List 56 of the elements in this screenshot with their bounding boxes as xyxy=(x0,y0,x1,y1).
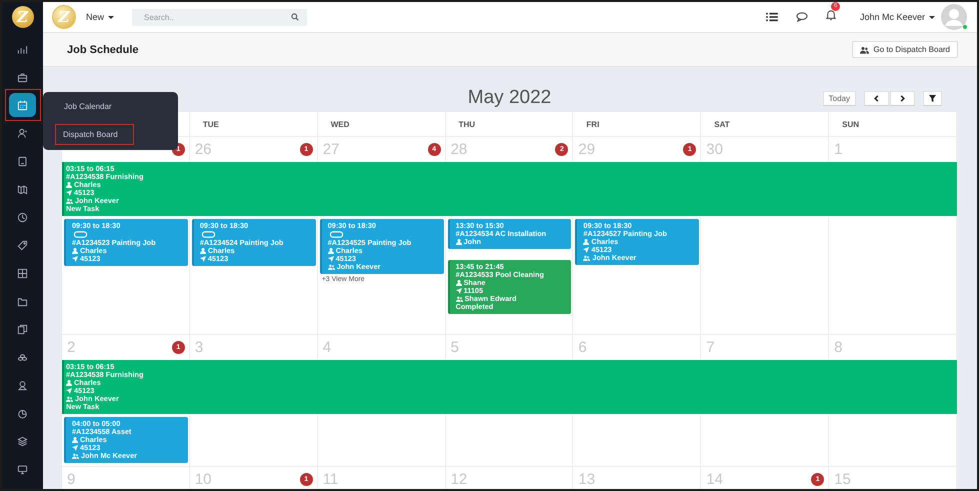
location-arrow-icon xyxy=(200,256,206,262)
person-icon xyxy=(456,239,462,245)
location-arrow-icon xyxy=(66,388,72,394)
previous-button[interactable] xyxy=(864,90,889,106)
location-arrow-icon xyxy=(72,256,78,262)
location-arrow-icon xyxy=(328,256,334,262)
weekday-header: TUE xyxy=(190,112,318,137)
caret-icon xyxy=(108,16,114,18)
location-arrow-icon xyxy=(456,288,462,294)
filter-icon xyxy=(929,94,936,102)
search-bar[interactable]: Search.. xyxy=(132,8,308,26)
bell-icon[interactable] xyxy=(826,9,836,21)
team-icon xyxy=(860,46,869,54)
location-arrow-icon xyxy=(66,190,72,196)
team-icon xyxy=(583,255,590,261)
person-icon xyxy=(328,248,334,254)
dispatch-board-button[interactable]: Go to Dispatch Board xyxy=(852,41,958,58)
search-field[interactable]: Search.. xyxy=(144,12,292,22)
new-menu[interactable]: New xyxy=(86,12,114,22)
location-arrow-icon xyxy=(583,247,590,253)
search-icon xyxy=(291,13,300,21)
chevron-right-icon xyxy=(899,94,906,102)
team-icon xyxy=(328,264,335,270)
weekday-header: THU xyxy=(446,112,574,137)
person-icon xyxy=(72,248,78,254)
weekday-header: WED xyxy=(318,112,446,137)
weekday-header: SUN xyxy=(829,112,957,137)
calendar-icon[interactable] xyxy=(9,93,36,117)
person-icon xyxy=(200,248,206,254)
menu-item[interactable]: Job Calendar xyxy=(55,98,121,115)
calendar-title: May 2022 xyxy=(468,87,552,109)
caret-icon xyxy=(929,16,935,18)
logo[interactable]: Z xyxy=(52,5,76,29)
logo[interactable]: Z xyxy=(12,6,34,28)
today-button[interactable]: Today xyxy=(822,90,856,106)
online-status-dot xyxy=(963,25,967,29)
user-menu[interactable]: John Mc Keever xyxy=(860,12,935,22)
weekday-header: SAT xyxy=(701,112,830,137)
chat-icon[interactable] xyxy=(796,12,808,22)
list-icon[interactable] xyxy=(766,12,778,22)
person-icon xyxy=(583,239,590,245)
location-arrow-icon xyxy=(72,445,78,451)
team-icon xyxy=(456,296,463,302)
menu-item[interactable]: Dispatch Board xyxy=(55,124,134,145)
chevron-left-icon xyxy=(873,94,880,102)
person-icon xyxy=(72,437,78,443)
team-icon xyxy=(66,198,73,204)
person-icon xyxy=(456,280,462,286)
person-icon xyxy=(66,182,72,188)
team-icon xyxy=(66,396,73,402)
weekday-header: FRI xyxy=(573,112,702,137)
person-icon xyxy=(66,380,72,386)
filter-button[interactable] xyxy=(923,90,942,106)
team-icon xyxy=(72,453,79,459)
next-button[interactable] xyxy=(890,90,915,106)
page-title: Job Schedule xyxy=(67,44,139,56)
